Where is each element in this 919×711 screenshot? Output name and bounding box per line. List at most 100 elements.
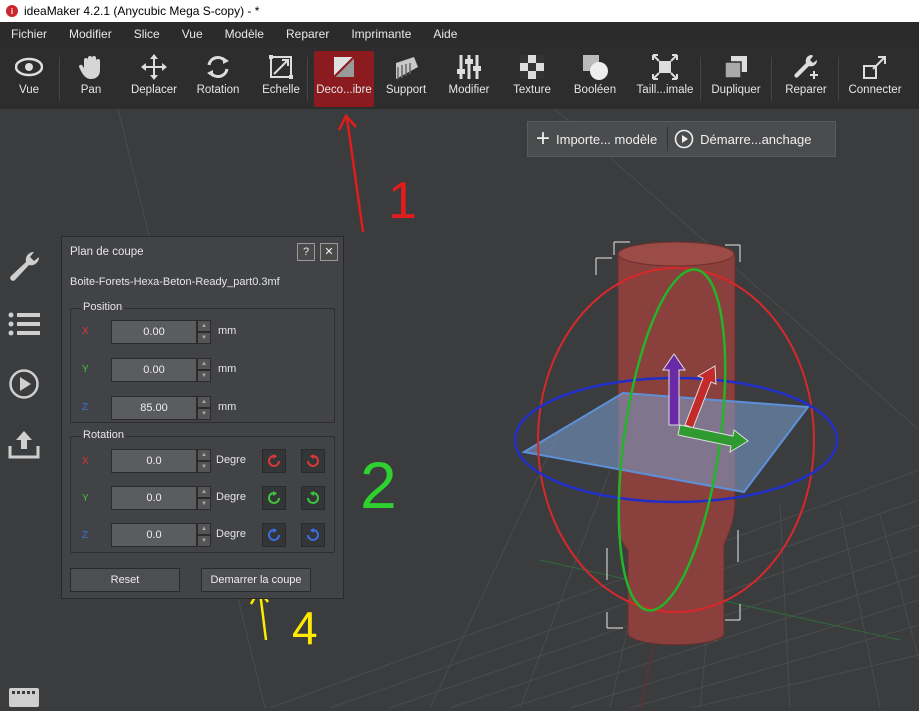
- model-filename: Boite-Forets-Hexa-Beton-Ready_part0.3mf: [70, 276, 280, 288]
- export-side-button[interactable]: [8, 428, 42, 463]
- menu-modele[interactable]: Modèle: [214, 22, 275, 47]
- plus-icon: +: [536, 125, 551, 152]
- tool-support[interactable]: Support: [382, 51, 430, 107]
- toolbar-separator: [838, 57, 839, 101]
- axis-y-label: Y: [82, 364, 89, 375]
- list-side-button[interactable]: [8, 311, 42, 340]
- import-model-label: Importe... modèle: [556, 131, 658, 147]
- keyboard-icon: [9, 688, 39, 707]
- rotation-z-input[interactable]: 0.0: [111, 523, 197, 547]
- menu-fichier[interactable]: Fichier: [0, 22, 58, 47]
- toolbar-separator: [771, 57, 772, 101]
- position-z-stepper[interactable]: ▲ ▼: [197, 396, 211, 420]
- tool-label: Echelle: [262, 84, 300, 96]
- axis-x-label: X: [82, 456, 89, 467]
- tools-side-button[interactable]: [8, 250, 42, 285]
- toolbar-separator: [307, 57, 308, 101]
- preview-side-button[interactable]: [8, 368, 42, 403]
- rotation-group: Rotation X 0.0 ▲ ▼ Degre Y 0.0 ▲ ▼ Degre Z…: [70, 429, 335, 553]
- position-label: Position: [81, 301, 125, 313]
- tool-vue[interactable]: Vue: [6, 51, 52, 107]
- tool-label: Connecter: [848, 84, 902, 96]
- texture-icon: [520, 55, 544, 79]
- position-x-stepper[interactable]: ▲ ▼: [197, 320, 211, 344]
- tool-label: Support: [385, 84, 427, 96]
- duplicate-icon: [724, 56, 747, 79]
- wrench-icon: [794, 54, 818, 79]
- tool-connecter[interactable]: Connecter: [845, 51, 905, 107]
- reset-button[interactable]: Reset: [70, 568, 180, 592]
- position-y-stepper[interactable]: ▲ ▼: [197, 358, 211, 382]
- rotate-z-cw-button[interactable]: [301, 523, 325, 547]
- axis-z-label: Z: [82, 530, 89, 541]
- close-button[interactable]: ✕: [320, 243, 338, 261]
- menu-reparer[interactable]: Reparer: [275, 22, 340, 47]
- tool-label: Texture: [513, 84, 551, 96]
- tool-modifier[interactable]: Modifier: [445, 51, 493, 107]
- eye-icon: [15, 57, 43, 77]
- rotate-y-ccw-button[interactable]: [262, 486, 286, 510]
- import-model-button[interactable]: + Importe... modèle: [528, 125, 669, 152]
- rotate-cw-icon: [307, 491, 319, 504]
- tool-booleen[interactable]: Booléen: [571, 51, 619, 107]
- cylinder-top: [617, 241, 735, 267]
- tool-label: Pan: [80, 84, 102, 96]
- panel-title: Plan de coupe: [70, 246, 144, 258]
- tool-rotation[interactable]: Rotation: [193, 51, 243, 107]
- play-circle-icon: [9, 369, 39, 399]
- menu-slice[interactable]: Slice: [123, 22, 171, 47]
- position-z-input[interactable]: 85.00: [111, 396, 197, 420]
- tool-decoupe[interactable]: Deco...ibre: [314, 51, 374, 107]
- rotate-ccw-icon: [268, 528, 280, 541]
- scale-icon: [269, 55, 293, 79]
- move-icon: [141, 54, 167, 80]
- rotation-y-input[interactable]: 0.0: [111, 486, 197, 510]
- tool-reparer[interactable]: Reparer: [780, 51, 832, 107]
- rotation-x-input[interactable]: 0.0: [111, 449, 197, 473]
- menu-modifier[interactable]: Modifier: [58, 22, 123, 47]
- rotation-x-stepper[interactable]: ▲ ▼: [197, 449, 211, 473]
- start-cut-button[interactable]: Demarrer la coupe: [201, 568, 311, 592]
- axis-z-label: Z: [82, 402, 89, 413]
- tool-label: Reparer: [785, 84, 827, 96]
- import-toolbar: + Importe... modèle Démarre...anchage: [527, 121, 836, 157]
- tool-echelle[interactable]: Echelle: [258, 51, 304, 107]
- toolbar-separator: [700, 57, 701, 101]
- position-y-input[interactable]: 0.00: [111, 358, 197, 382]
- tool-label: Dupliquer: [711, 84, 761, 96]
- rotate-y-cw-button[interactable]: [301, 486, 325, 510]
- keyboard-side-button[interactable]: [8, 687, 40, 711]
- start-slicing-label: Démarre...anchage: [700, 131, 812, 147]
- menu-imprimante[interactable]: Imprimante: [340, 22, 422, 47]
- main-toolbar: Vue Pan Deplacer Rotation Echelle Deco..…: [0, 47, 919, 110]
- list-icon: [8, 312, 40, 336]
- tool-label: Vue: [18, 84, 40, 96]
- cut-icon: [331, 54, 357, 80]
- boolean-icon: [583, 55, 608, 80]
- rotate-cw-icon: [307, 454, 319, 467]
- position-x-input[interactable]: 0.00: [111, 320, 197, 344]
- menu-vue[interactable]: Vue: [171, 22, 214, 47]
- tool-taille-maximale[interactable]: Taill...imale: [635, 51, 695, 107]
- rotate-x-cw-button[interactable]: [301, 449, 325, 473]
- tool-label: Deco...ibre: [316, 84, 372, 96]
- title-bar: i ideaMaker 4.2.1 (Anycubic Mega S-copy)…: [0, 0, 919, 22]
- tool-deplacer[interactable]: Deplacer: [129, 51, 179, 107]
- start-slicing-button[interactable]: Démarre...anchage: [668, 127, 817, 151]
- annotation-arrow-1: [337, 113, 365, 233]
- menu-aide[interactable]: Aide: [422, 22, 468, 47]
- rotation-z-stepper[interactable]: ▲ ▼: [197, 523, 211, 547]
- unit-label: mm: [218, 401, 237, 413]
- rotate-z-ccw-button[interactable]: [262, 523, 286, 547]
- axis-y-label: Y: [82, 493, 89, 504]
- tool-dupliquer[interactable]: Dupliquer: [708, 51, 764, 107]
- window-title: ideaMaker 4.2.1 (Anycubic Mega S-copy) -…: [24, 4, 260, 18]
- help-button[interactable]: ?: [297, 243, 315, 261]
- wrench-icon: [10, 251, 40, 281]
- tool-texture[interactable]: Texture: [508, 51, 556, 107]
- tool-pan[interactable]: Pan: [68, 51, 114, 107]
- cut-plane[interactable]: [521, 391, 810, 494]
- rotation-y-stepper[interactable]: ▲ ▼: [197, 486, 211, 510]
- rotate-icon: [207, 56, 229, 78]
- rotate-x-ccw-button[interactable]: [262, 449, 286, 473]
